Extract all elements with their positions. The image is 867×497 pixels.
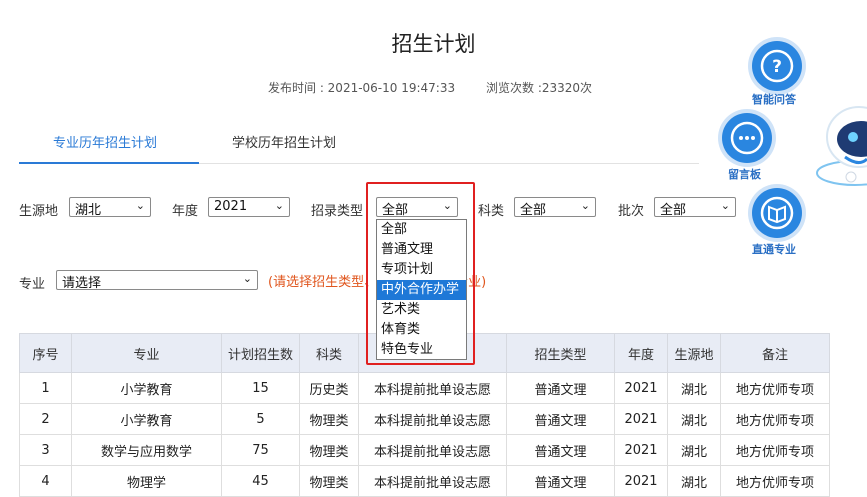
cell: 本科提前批单设志愿 — [358, 465, 507, 497]
table-row: 4 物理学 45 物理类 本科提前批单设志愿 普通文理 2021 湖北 地方优师… — [19, 465, 830, 497]
source-select[interactable]: 湖北 ⌄ — [69, 197, 151, 218]
col-header: 招生类型 — [506, 333, 615, 373]
cell: 物理类 — [299, 434, 359, 466]
chevron-down-icon: ⌄ — [580, 199, 590, 212]
cell: 物理学 — [71, 465, 222, 497]
cell: 2021 — [614, 434, 668, 466]
table-row: 1 小学教育 15 历史类 本科提前批单设志愿 普通文理 2021 湖北 地方优… — [19, 372, 830, 404]
cell: 3 — [19, 434, 72, 466]
publish-time: 发布时间 : 2021-06-10 19:47:33 — [268, 81, 456, 95]
col-header: 备注 — [720, 333, 830, 373]
tab-active-indicator — [19, 162, 199, 164]
col-header: 序号 — [19, 333, 72, 373]
question-icon: ? — [760, 49, 794, 83]
message-board-label: 留言板 — [728, 168, 761, 181]
cell: 小学教育 — [71, 372, 222, 404]
cell: 小学教育 — [71, 403, 222, 435]
cell: 物理类 — [299, 465, 359, 497]
robot-mascot-icon[interactable] — [815, 95, 867, 195]
year-value: 2021 — [214, 199, 248, 214]
cell: 湖北 — [667, 434, 721, 466]
year-label: 年度 — [172, 204, 199, 219]
cell: 地方优师专项 — [720, 403, 830, 435]
cell: 普通文理 — [506, 403, 615, 435]
svg-text:?: ? — [772, 57, 782, 77]
cell: 本科提前批单设志愿 — [358, 372, 507, 404]
cell: 5 — [221, 403, 300, 435]
cell: 2 — [19, 403, 72, 435]
col-header: 生源地 — [667, 333, 721, 373]
year-select[interactable]: 2021 ⌄ — [208, 197, 290, 217]
chevron-down-icon: ⌄ — [274, 199, 284, 212]
subject-value: 全部 — [520, 203, 547, 218]
cell: 普通文理 — [506, 372, 615, 404]
batch-value: 全部 — [660, 203, 687, 218]
chat-icon — [730, 121, 764, 155]
book-icon — [760, 196, 794, 230]
subject-label: 科类 — [478, 204, 505, 219]
cell: 物理类 — [299, 403, 359, 435]
col-header: 科类 — [299, 333, 359, 373]
type-label: 招录类型 — [311, 204, 364, 219]
highlight-box — [366, 182, 475, 365]
page-title: 招生计划 — [391, 32, 476, 56]
cell: 历史类 — [299, 372, 359, 404]
major-select[interactable]: 请选择 ⌄ — [56, 270, 258, 291]
subject-select[interactable]: 全部 ⌄ — [514, 197, 596, 218]
cell: 4 — [19, 465, 72, 497]
cell: 45 — [221, 465, 300, 497]
batch-select[interactable]: 全部 ⌄ — [654, 197, 736, 218]
major-value: 请选择 — [62, 276, 102, 291]
qa-button[interactable]: ? — [752, 41, 802, 91]
cell: 2021 — [614, 403, 668, 435]
batch-label: 批次 — [618, 204, 645, 219]
cell: 地方优师专项 — [720, 434, 830, 466]
cell: 普通文理 — [506, 434, 615, 466]
cell: 湖北 — [667, 372, 721, 404]
cell: 湖北 — [667, 465, 721, 497]
major-direct-button[interactable] — [752, 188, 802, 238]
cell: 地方优师专项 — [720, 465, 830, 497]
cell: 地方优师专项 — [720, 372, 830, 404]
cell: 2021 — [614, 465, 668, 497]
cell: 湖北 — [667, 403, 721, 435]
source-value: 湖北 — [75, 203, 102, 218]
cell: 本科提前批单设志愿 — [358, 403, 507, 435]
major-direct-label: 直通专业 — [752, 243, 796, 256]
table-row: 3 数学与应用数学 75 物理类 本科提前批单设志愿 普通文理 2021 湖北 … — [19, 434, 830, 466]
chevron-down-icon: ⌄ — [135, 199, 145, 212]
tab-major-plan[interactable]: 专业历年招生计划 — [53, 132, 157, 151]
qa-label: 智能问答 — [752, 93, 796, 106]
chevron-down-icon: ⌄ — [720, 199, 730, 212]
view-count: 浏览次数 :23320次 — [486, 81, 593, 95]
cell: 2021 — [614, 372, 668, 404]
col-header: 计划招生数 — [221, 333, 300, 373]
cell: 1 — [19, 372, 72, 404]
col-header: 年度 — [614, 333, 668, 373]
tab-school-plan[interactable]: 学校历年招生计划 — [232, 132, 336, 151]
chevron-down-icon: ⌄ — [242, 272, 252, 285]
col-header: 专业 — [71, 333, 222, 373]
major-label: 专业 — [19, 277, 46, 292]
cell: 15 — [221, 372, 300, 404]
cell: 75 — [221, 434, 300, 466]
cell: 本科提前批单设志愿 — [358, 434, 507, 466]
cell: 普通文理 — [506, 465, 615, 497]
table-row: 2 小学教育 5 物理类 本科提前批单设志愿 普通文理 2021 湖北 地方优师… — [19, 403, 830, 435]
cell: 数学与应用数学 — [71, 434, 222, 466]
source-label: 生源地 — [19, 204, 59, 219]
message-board-button[interactable] — [722, 113, 772, 163]
